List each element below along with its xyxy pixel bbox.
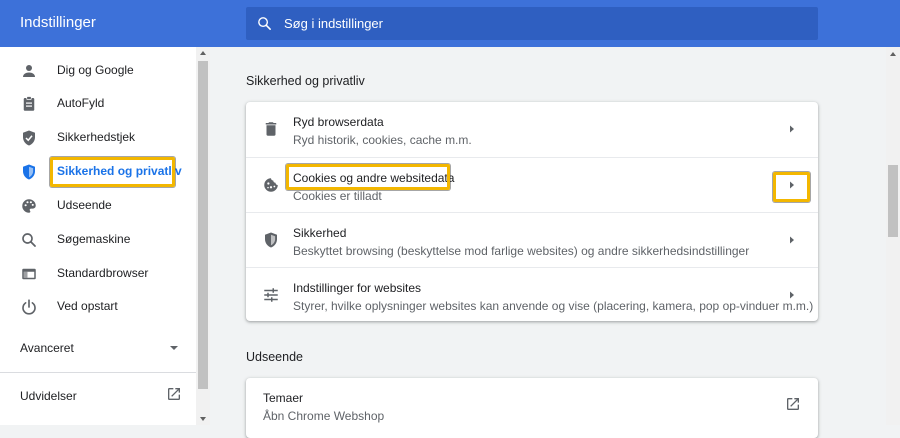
external-link-icon[interactable] xyxy=(166,386,182,402)
privacy-card: Ryd browserdata Ryd historik, cookies, c… xyxy=(246,102,818,321)
shield-check-icon xyxy=(23,130,35,146)
sidebar-item-on-startup[interactable]: Ved opstart xyxy=(0,290,196,324)
person-icon xyxy=(23,65,35,77)
cookie-icon xyxy=(264,178,278,192)
palette-icon xyxy=(22,199,36,213)
sidebar-item-label: Søgemaskine xyxy=(57,232,131,246)
row-subtitle: Beskyttet browsing (beskyttelse mod farl… xyxy=(293,244,750,258)
highlight-box xyxy=(50,157,175,187)
row-title: Sikkerhed xyxy=(293,226,347,240)
appearance-card: Temaer Åbn Chrome Webshop xyxy=(246,378,818,438)
shield-icon xyxy=(265,232,277,248)
section-title-appearance: Udseende xyxy=(246,350,303,364)
sidebar: Dig og Google AutoFyld Sikkerhedstjek Si… xyxy=(0,47,210,425)
app-title: Indstillinger xyxy=(20,14,96,31)
highlight-box xyxy=(773,172,810,202)
sidebar-advanced[interactable]: Avanceret xyxy=(20,341,74,355)
sidebar-item-label: Ved opstart xyxy=(57,299,118,313)
row-site-settings[interactable]: Indstillinger for websites Styrer, hvilk… xyxy=(246,267,818,323)
highlight-box xyxy=(286,164,450,190)
row-clear-browsing-data[interactable]: Ryd browserdata Ryd historik, cookies, c… xyxy=(246,102,818,157)
search-box[interactable] xyxy=(246,7,818,40)
sidebar-item-default-browser[interactable]: Standardbrowser xyxy=(0,257,196,291)
sidebar-item-you-and-google[interactable]: Dig og Google xyxy=(0,54,196,88)
power-icon xyxy=(22,299,36,315)
sidebar-item-label: Udseende xyxy=(57,198,112,212)
sidebar-item-label: Sikkerhedstjek xyxy=(57,130,136,144)
search-icon xyxy=(22,233,36,247)
row-subtitle: Ryd historik, cookies, cache m.m. xyxy=(293,133,472,147)
chevron-down-icon[interactable] xyxy=(168,342,180,354)
sidebar-scrollbar[interactable] xyxy=(196,47,210,425)
section-title-privacy: Sikkerhed og privatliv xyxy=(246,74,365,88)
row-themes[interactable]: Temaer Åbn Chrome Webshop xyxy=(246,378,818,438)
scrollbar-thumb[interactable] xyxy=(198,61,208,389)
row-title: Indstillinger for websites xyxy=(293,281,422,295)
trash-icon xyxy=(265,122,277,136)
row-title: Ryd browserdata xyxy=(293,115,384,129)
arrow-right-icon[interactable] xyxy=(787,124,797,134)
search-icon xyxy=(258,17,271,30)
sidebar-item-label: Dig og Google xyxy=(57,63,134,77)
scrollbar-thumb[interactable] xyxy=(888,165,898,237)
search-input[interactable] xyxy=(284,7,804,40)
row-subtitle: Åbn Chrome Webshop xyxy=(263,409,385,423)
sliders-icon xyxy=(264,288,278,302)
sidebar-extensions[interactable]: Udvidelser xyxy=(20,389,77,403)
shield-icon xyxy=(23,164,35,180)
arrow-right-icon[interactable] xyxy=(787,290,797,300)
sidebar-divider xyxy=(0,372,196,373)
scroll-up-arrow[interactable] xyxy=(200,51,206,55)
sidebar-item-safety-check[interactable]: Sikkerhedstjek xyxy=(0,121,196,155)
scroll-up-arrow[interactable] xyxy=(890,52,896,56)
sidebar-item-label: AutoFyld xyxy=(57,96,105,110)
external-link-icon[interactable] xyxy=(785,396,801,412)
header-bar: Indstillinger xyxy=(0,0,900,47)
scroll-down-arrow[interactable] xyxy=(200,417,206,421)
row-subtitle: Styrer, hvilke oplysninger websites kan … xyxy=(293,299,814,313)
main-scrollbar[interactable] xyxy=(886,47,900,425)
sidebar-item-autofill[interactable]: AutoFyld xyxy=(0,87,196,121)
clipboard-icon xyxy=(23,96,35,111)
sidebar-item-appearance[interactable]: Udseende xyxy=(0,189,196,223)
row-subtitle: Cookies er tilladt xyxy=(293,189,382,203)
arrow-right-icon[interactable] xyxy=(787,235,797,245)
row-security[interactable]: Sikkerhed Beskyttet browsing (beskyttels… xyxy=(246,212,818,268)
row-title: Temaer xyxy=(263,391,304,405)
sidebar-item-search-engine[interactable]: Søgemaskine xyxy=(0,223,196,257)
sidebar-item-label: Standardbrowser xyxy=(57,266,149,280)
browser-icon xyxy=(22,268,36,280)
